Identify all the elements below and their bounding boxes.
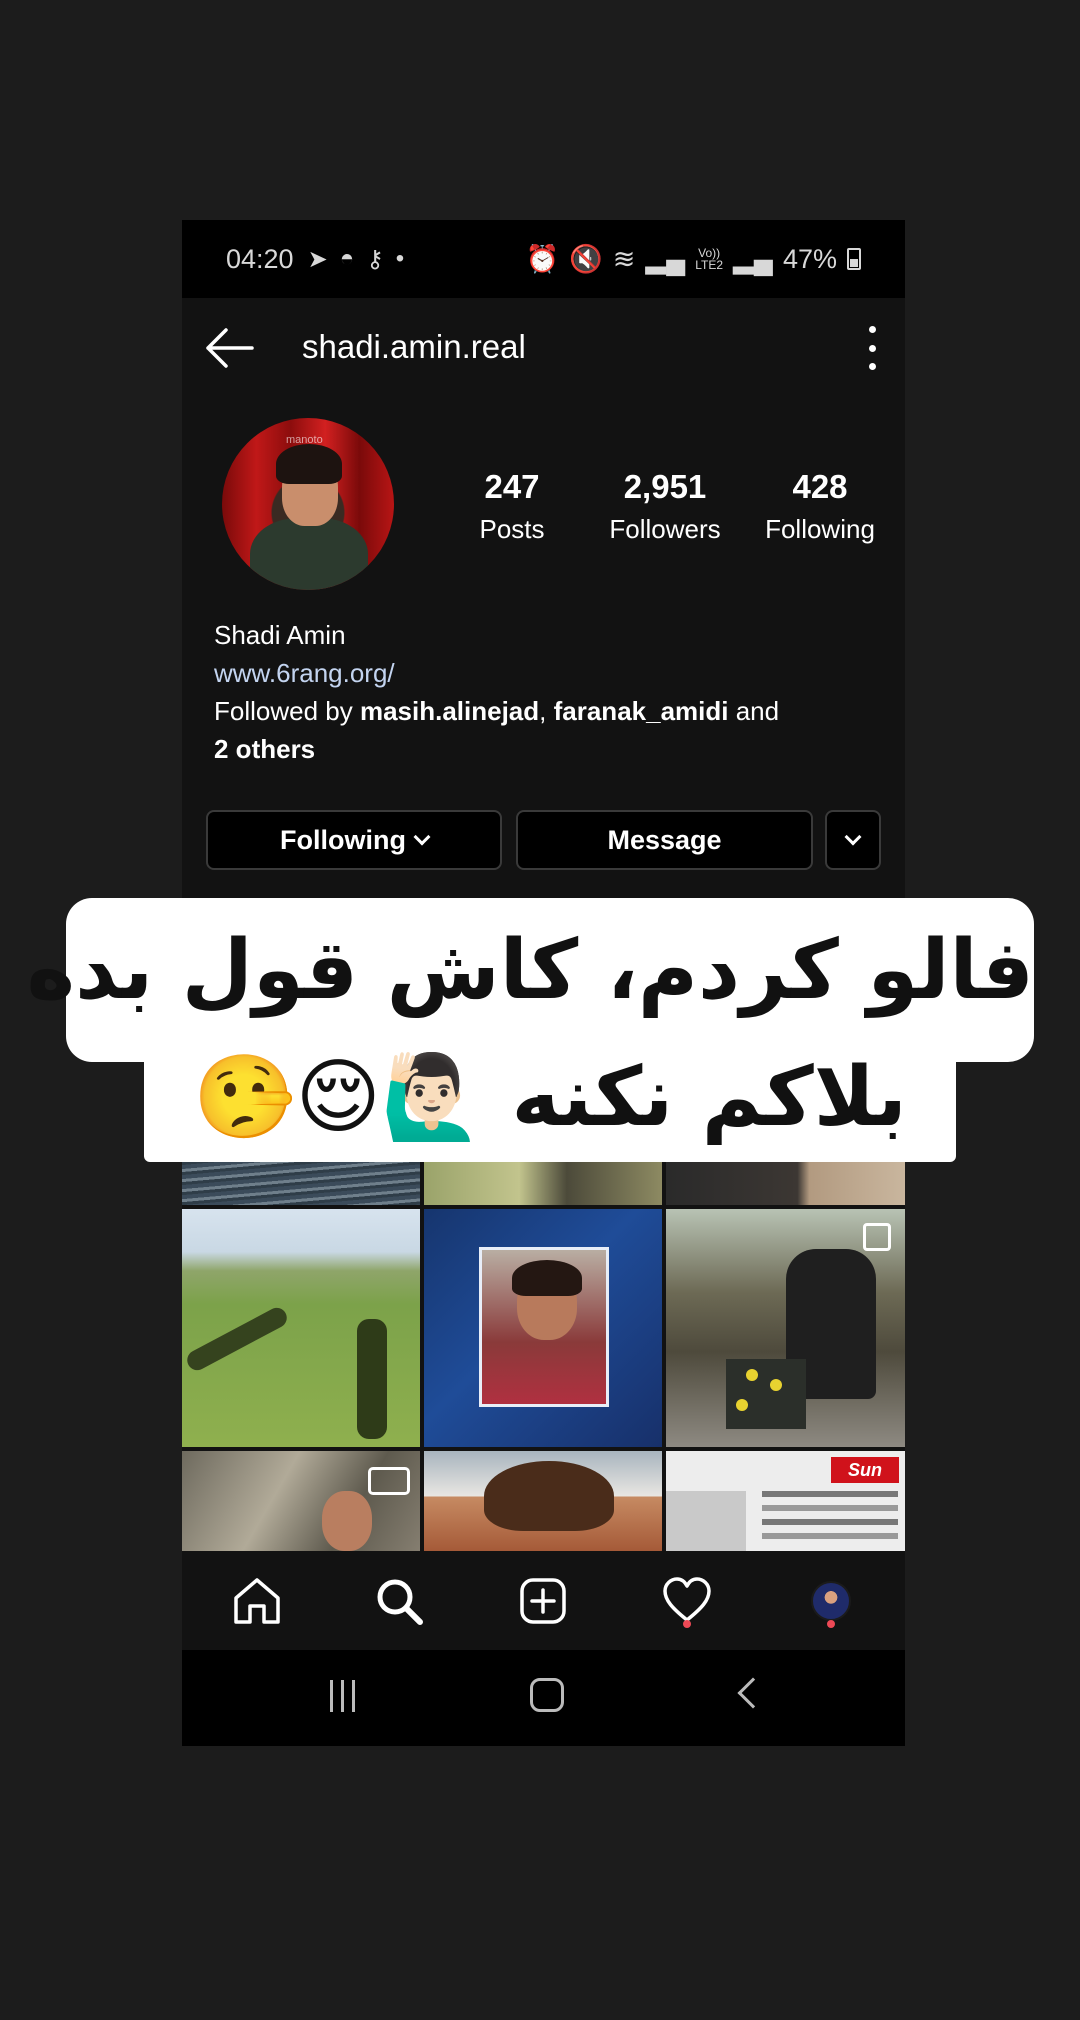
phone-screen: 04:20 ➤ ◓ ⚷ • ⏰ 🔇 ≋ ▂▄ Vo)) LTE2 ▂▄ 47% s… — [182, 220, 905, 1746]
following-button-label: Following — [280, 824, 406, 855]
lte-indicator: Vo)) LTE2 — [695, 246, 724, 272]
followers-stat[interactable]: 2,951 Followers — [590, 468, 740, 545]
video-icon — [368, 1467, 410, 1495]
suggested-accounts-button[interactable] — [825, 810, 881, 870]
battery-icon — [847, 248, 861, 270]
profile-avatar[interactable]: manoto — [222, 418, 394, 590]
status-icons-left: ➤ ◓ ⚷ • — [308, 245, 405, 274]
following-stat[interactable]: 428 Following — [740, 468, 900, 545]
following-label: Following — [765, 514, 875, 544]
profile-username: shadi.amin.real — [302, 328, 526, 365]
status-time: 04:20 — [226, 243, 294, 274]
dot-icon: • — [395, 245, 405, 272]
bottom-navigation — [182, 1554, 905, 1650]
message-button[interactable]: Message — [516, 810, 813, 870]
post-thumbnail[interactable]: Sun — [666, 1451, 905, 1551]
profile-display-name: Shadi Amin — [214, 620, 346, 650]
message-button-label: Message — [607, 824, 722, 855]
following-count: 428 — [792, 468, 848, 505]
posts-count: 247 — [484, 468, 540, 505]
chevron-down-icon — [413, 828, 431, 846]
recent-apps-icon[interactable] — [330, 1680, 355, 1712]
arrow-left-icon[interactable] — [204, 324, 256, 372]
following-button[interactable]: Following — [206, 810, 502, 870]
status-bar: 04:20 ➤ ◓ ⚷ • ⏰ 🔇 ≋ ▂▄ Vo)) LTE2 ▂▄ 47% — [182, 220, 905, 298]
profile-header: shadi.amin.real — [182, 298, 905, 398]
followers-label: Followers — [609, 514, 721, 544]
posts-label: Posts — [479, 514, 545, 544]
post-thumbnail[interactable] — [424, 1155, 662, 1205]
system-back-icon[interactable] — [737, 1677, 769, 1709]
status-icons-right: ⏰ 🔇 ≋ ▂▄ Vo)) LTE2 ▂▄ 47% — [525, 243, 861, 275]
signal-icon-2: ▂▄ — [733, 243, 773, 274]
bag-icon: ◓ — [339, 245, 355, 272]
followers-count: 2,951 — [623, 468, 707, 505]
telegram-icon: ➤ — [307, 245, 328, 273]
alarm-icon: ⏰ — [525, 244, 560, 274]
profile-notification-dot — [827, 1620, 835, 1628]
wifi-icon: ≋ — [612, 243, 636, 274]
sun-logo: Sun — [831, 1457, 899, 1483]
followed-by-text[interactable]: Followed by masih.alinejad, faranak_amid… — [214, 692, 874, 730]
key-icon: ⚷ — [366, 245, 384, 273]
search-icon[interactable] — [372, 1574, 426, 1628]
post-thumbnail[interactable] — [666, 1155, 905, 1205]
system-home-icon[interactable] — [530, 1678, 564, 1712]
post-thumbnail[interactable] — [182, 1155, 420, 1205]
activity-notification-dot — [683, 1620, 691, 1628]
posts-stat[interactable]: 247 Posts — [464, 468, 560, 545]
signal-icon: ▂▄ — [645, 243, 686, 274]
post-thumbnail[interactable] — [424, 1209, 662, 1447]
system-navigation-bar — [182, 1650, 905, 1746]
post-thumbnail[interactable] — [666, 1209, 905, 1447]
profile-website-link[interactable]: www.6rang.org/ — [214, 654, 874, 692]
home-icon[interactable] — [230, 1574, 284, 1628]
mute-icon: 🔇 — [569, 244, 603, 274]
battery-percent: 47% — [782, 243, 837, 274]
add-post-icon[interactable] — [516, 1574, 570, 1628]
post-thumbnail[interactable] — [424, 1451, 662, 1551]
followed-by-others[interactable]: 2 others — [214, 730, 874, 768]
profile-bio: Shadi Amin www.6rang.org/ Followed by ma… — [214, 616, 874, 768]
post-thumbnail[interactable] — [182, 1209, 420, 1447]
post-thumbnail[interactable] — [182, 1451, 420, 1551]
chevron-down-icon — [844, 828, 862, 846]
kebab-menu-icon[interactable] — [865, 326, 879, 370]
carousel-icon — [863, 1223, 891, 1251]
